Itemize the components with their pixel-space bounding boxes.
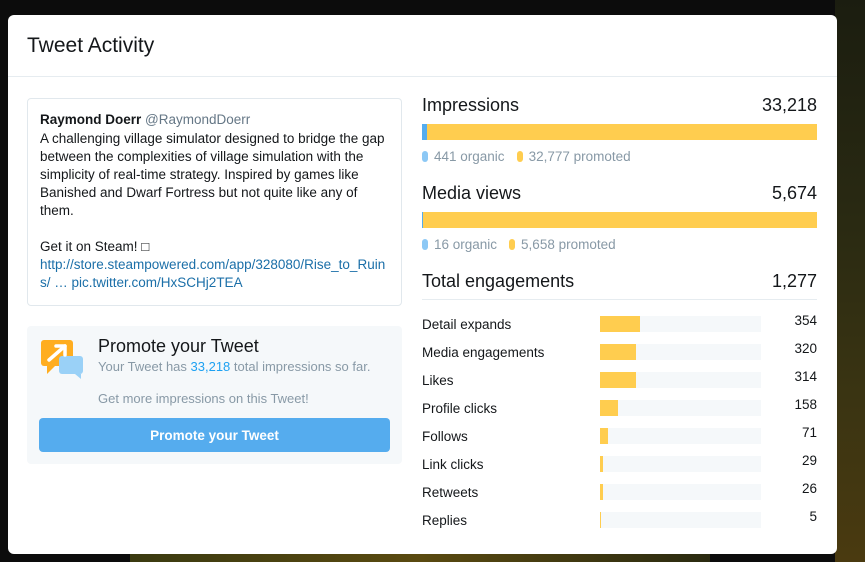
engagement-bar-track bbox=[600, 512, 761, 528]
engagement-value: 314 bbox=[794, 369, 817, 384]
background-game-art bbox=[835, 0, 865, 562]
background-game-art-bottom bbox=[130, 554, 710, 562]
engagement-label: Retweets bbox=[422, 484, 479, 500]
engagement-row: Link clicks 29 bbox=[422, 450, 817, 478]
engagement-label: Follows bbox=[422, 428, 468, 444]
media-views-organic-legend: 16 organic bbox=[422, 237, 497, 252]
media-views-organic-fill bbox=[422, 212, 424, 228]
promo-text-before: Your Tweet has bbox=[98, 359, 191, 374]
engagements-header: Total engagements 1,277 bbox=[422, 271, 817, 300]
promo-title: Promote your Tweet bbox=[98, 336, 259, 356]
modal-title: Tweet Activity bbox=[27, 34, 155, 57]
media-views-legend: 16 organic 5,658 promoted bbox=[422, 237, 817, 252]
engagement-bar-track bbox=[600, 372, 761, 388]
engagement-row: Media engagements 320 bbox=[422, 338, 817, 366]
impressions-label: Impressions bbox=[422, 95, 520, 115]
engagement-bar-fill bbox=[600, 344, 637, 360]
promote-tweet-box: Promote your Tweet Your Tweet has 33,218… bbox=[27, 326, 402, 464]
engagement-bar-track bbox=[600, 456, 761, 472]
engagement-label: Likes bbox=[422, 372, 454, 388]
engagement-bar-track bbox=[600, 400, 761, 416]
engagement-row: Likes 314 bbox=[422, 366, 817, 394]
engagement-row: Profile clicks 158 bbox=[422, 394, 817, 422]
impressions-organic-fill bbox=[422, 124, 428, 140]
engagement-label: Link clicks bbox=[422, 456, 484, 472]
right-column: Impressions 33,218 441 organic 32,777 pr… bbox=[422, 95, 817, 534]
impressions-bar bbox=[422, 124, 817, 140]
engagements-value: 1,277 bbox=[771, 271, 817, 291]
media-views-label: Media views bbox=[422, 183, 522, 203]
impressions-header: Impressions 33,218 bbox=[422, 95, 817, 116]
modal-header: Tweet Activity bbox=[8, 15, 837, 77]
engagement-bar-track bbox=[600, 428, 761, 444]
impressions-organic-legend: 441 organic bbox=[422, 149, 505, 164]
engagement-value: 5 bbox=[809, 509, 817, 524]
engagement-row: Detail expands 354 bbox=[422, 310, 817, 338]
tweet-card[interactable]: Raymond Doerr @RaymondDoerr A challengin… bbox=[27, 98, 402, 306]
engagement-label: Replies bbox=[422, 512, 468, 528]
left-column: Raymond Doerr @RaymondDoerr A challengin… bbox=[27, 98, 402, 464]
media-views-bar bbox=[422, 212, 817, 228]
engagements-list: Detail expands 354 Media engagements 320 Lik… bbox=[422, 310, 817, 534]
tweet-pic-link[interactable]: pic.twitter.com/HxSCHj2TEA bbox=[72, 275, 243, 290]
engagement-row: Replies 5 bbox=[422, 506, 817, 534]
impressions-value: 33,218 bbox=[761, 95, 817, 115]
author-name[interactable]: Raymond Doerr bbox=[40, 112, 141, 127]
media-views-promoted-legend: 5,658 promoted bbox=[509, 237, 616, 252]
engagement-row: Follows 71 bbox=[422, 422, 817, 450]
engagement-bar-fill bbox=[600, 428, 609, 444]
impressions-organic-label: 441 organic bbox=[434, 149, 505, 164]
tweet-activity-modal: Tweet Activity Raymond Doerr @RaymondDoe… bbox=[8, 15, 837, 554]
engagement-value: 320 bbox=[794, 341, 817, 356]
engagement-value: 158 bbox=[794, 397, 817, 412]
organic-dot-icon bbox=[422, 151, 428, 162]
promote-tweet-icon bbox=[41, 340, 83, 379]
engagement-value: 29 bbox=[801, 453, 817, 468]
tweet-links: http://store.steampowered.com/app/328080… bbox=[40, 256, 389, 292]
impressions-promoted-legend: 32,777 promoted bbox=[516, 149, 631, 164]
engagement-bar-fill bbox=[600, 372, 636, 388]
engagement-row: Retweets 26 bbox=[422, 478, 817, 506]
promo-text: Your Tweet has 33,218 total impressions … bbox=[98, 359, 388, 375]
engagement-label: Profile clicks bbox=[422, 400, 498, 416]
promo-impressions-count: 33,218 bbox=[190, 359, 231, 374]
engagement-label: Detail expands bbox=[422, 316, 512, 332]
promoted-dot-icon bbox=[516, 151, 523, 162]
tweet-author: Raymond Doerr @RaymondDoerr bbox=[40, 111, 389, 128]
media-views-header: Media views 5,674 bbox=[422, 183, 817, 204]
engagement-bar-track bbox=[600, 316, 761, 332]
engagements-label: Total engagements bbox=[422, 271, 575, 291]
engagement-bar-fill bbox=[600, 484, 603, 500]
engagement-bar-fill bbox=[600, 456, 604, 472]
engagement-bar-fill bbox=[600, 400, 618, 416]
engagement-bar-fill bbox=[600, 316, 641, 332]
organic-dot-icon bbox=[422, 239, 428, 250]
engagement-value: 71 bbox=[801, 425, 817, 440]
engagement-bar-track bbox=[600, 344, 761, 360]
engagement-bar-track bbox=[600, 484, 761, 500]
tweet-text: A challenging village simulator designed… bbox=[40, 131, 385, 254]
promo-text-after: total impressions so far. bbox=[230, 359, 371, 374]
engagement-bar-fill bbox=[600, 512, 601, 528]
engagement-value: 354 bbox=[794, 313, 817, 328]
promoted-dot-icon bbox=[509, 239, 516, 250]
author-handle[interactable]: @RaymondDoerr bbox=[145, 112, 250, 127]
media-views-value: 5,674 bbox=[771, 183, 817, 203]
promo-text-line2: Get more impressions on this Tweet! bbox=[98, 391, 309, 406]
promote-tweet-button[interactable]: Promote your Tweet bbox=[39, 418, 390, 452]
impressions-promoted-label: 32,777 promoted bbox=[528, 149, 631, 164]
media-views-promoted-label: 5,658 promoted bbox=[521, 237, 616, 252]
impressions-legend: 441 organic 32,777 promoted bbox=[422, 149, 817, 164]
media-views-organic-label: 16 organic bbox=[434, 237, 498, 252]
engagement-label: Media engagements bbox=[422, 344, 545, 360]
engagement-value: 26 bbox=[801, 481, 817, 496]
